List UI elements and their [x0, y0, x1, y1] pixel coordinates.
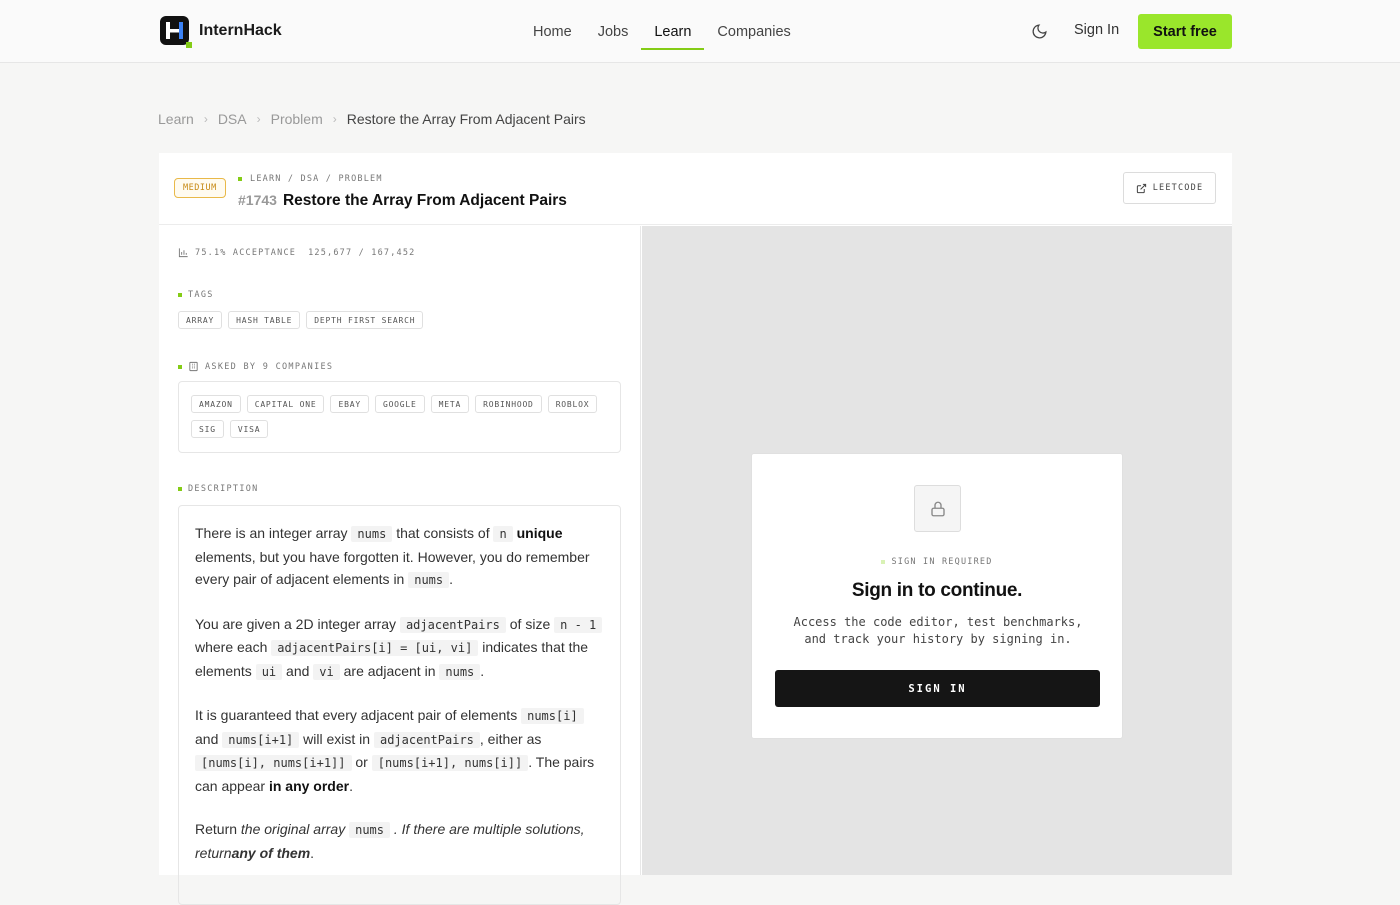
breadcrumb-current: Restore the Array From Adjacent Pairs — [346, 111, 586, 127]
company-chip[interactable]: GOOGLE — [374, 395, 425, 413]
signin-button[interactable]: SIGN IN — [775, 670, 1100, 707]
problem-title: Restore the Array From Adjacent Pairs — [282, 192, 567, 209]
difficulty-badge: MEDIUM — [174, 178, 226, 198]
breadcrumb: Learn › DSA › Problem › Restore the Arra… — [158, 111, 586, 127]
company-chip[interactable]: VISA — [229, 420, 269, 438]
company-chip[interactable]: AMAZON — [191, 395, 241, 413]
description-label: DESCRIPTION — [178, 484, 259, 494]
breadcrumb-problem[interactable]: Problem — [271, 111, 323, 127]
tags-label: TAGS — [178, 290, 214, 300]
nav-companies[interactable]: Companies — [704, 0, 803, 63]
company-chip[interactable]: CAPITAL ONE — [246, 395, 325, 413]
leetcode-link-button[interactable]: LEETCODE — [1123, 172, 1216, 204]
signin-required-text: SIGN IN REQUIRED — [891, 557, 993, 567]
tag-chip[interactable]: HASH TABLE — [228, 311, 301, 329]
description-label-text: DESCRIPTION — [188, 484, 259, 494]
acceptance-stats: 75.1% ACCEPTANCE 125,677 / 167,452 — [178, 247, 416, 258]
problem-header: MEDIUM LEARN / DSA / PROBLEM #1743 Resto… — [159, 153, 1232, 225]
tag-chip[interactable]: DEPTH FIRST SEARCH — [306, 311, 424, 329]
problem-description: There is an integer array nums that cons… — [178, 505, 621, 905]
description-paragraph: There is an integer array nums that cons… — [195, 525, 590, 588]
nav-jobs[interactable]: Jobs — [585, 0, 642, 63]
submission-count: 125,677 / 167,452 — [308, 247, 416, 258]
description-paragraph: Return the original array nums . If ther… — [195, 821, 585, 861]
external-link-icon — [1136, 183, 1146, 193]
breadcrumb-dsa[interactable]: DSA — [218, 111, 247, 127]
logo-text: InternHack — [199, 21, 282, 39]
logo-icon — [160, 16, 192, 48]
top-nav-bar: InternHack Home Jobs Learn Companies Sig… — [0, 0, 1400, 63]
bar-chart-icon — [178, 248, 188, 258]
chevron-right-icon: › — [256, 112, 261, 126]
company-chip[interactable]: EBAY — [330, 395, 369, 413]
tag-chip[interactable]: ARRAY — [178, 311, 223, 329]
signin-required-label: SIGN IN REQUIRED — [752, 557, 1122, 567]
acceptance-rate: 75.1% ACCEPTANCE — [195, 247, 297, 258]
chevron-right-icon: › — [203, 112, 208, 126]
company-chip[interactable]: ROBLOX — [547, 395, 598, 413]
signin-required-card: SIGN IN REQUIRED Sign in to continue. Ac… — [751, 453, 1123, 739]
main-nav: Home Jobs Learn Companies — [520, 0, 804, 63]
company-chip[interactable]: META — [430, 395, 470, 413]
tags-list: ARRAY HASH TABLE DEPTH FIRST SEARCH — [178, 311, 424, 329]
building-icon — [189, 361, 198, 372]
problem-title-line: #1743 Restore the Array From Adjacent Pa… — [238, 192, 567, 210]
lock-icon — [914, 485, 961, 532]
nav-learn[interactable]: Learn — [641, 0, 705, 63]
breadcrumb-learn[interactable]: Learn — [158, 111, 194, 127]
logo[interactable]: InternHack — [160, 16, 282, 48]
signin-link[interactable]: Sign In — [1074, 22, 1119, 38]
companies-label: ASKED BY 9 COMPANIES — [178, 361, 333, 372]
moon-icon[interactable] — [1031, 23, 1048, 40]
company-chip[interactable]: SIG — [191, 420, 224, 438]
problem-number: #1743 — [238, 192, 277, 208]
start-free-button[interactable]: Start free — [1138, 14, 1232, 49]
problem-card: MEDIUM LEARN / DSA / PROBLEM #1743 Resto… — [159, 153, 1232, 905]
companies-list: AMAZON CAPITAL ONE EBAY GOOGLE META ROBI… — [178, 381, 621, 453]
nav-home[interactable]: Home — [520, 0, 585, 63]
leetcode-label: LEETCODE — [1152, 183, 1204, 193]
chevron-right-icon: › — [332, 112, 337, 126]
problem-details-pane: 75.1% ACCEPTANCE 125,677 / 167,452 TAGS … — [159, 226, 641, 905]
company-chip[interactable]: ROBINHOOD — [475, 395, 542, 413]
signin-subtitle: Access the code editor, test benchmarks,… — [793, 615, 1083, 646]
companies-label-text: ASKED BY 9 COMPANIES — [205, 361, 334, 372]
description-paragraph: It is guaranteed that every adjacent pai… — [195, 707, 595, 794]
description-paragraph: You are given a 2D integer array adjacen… — [195, 613, 604, 684]
problem-path-text: LEARN / DSA / PROBLEM — [250, 174, 383, 184]
tags-label-text: TAGS — [188, 290, 214, 300]
signin-title: Sign in to continue. — [851, 580, 1023, 601]
code-editor-pane: SIGN IN REQUIRED Sign in to continue. Ac… — [642, 226, 1232, 875]
problem-path: LEARN / DSA / PROBLEM — [238, 174, 383, 184]
